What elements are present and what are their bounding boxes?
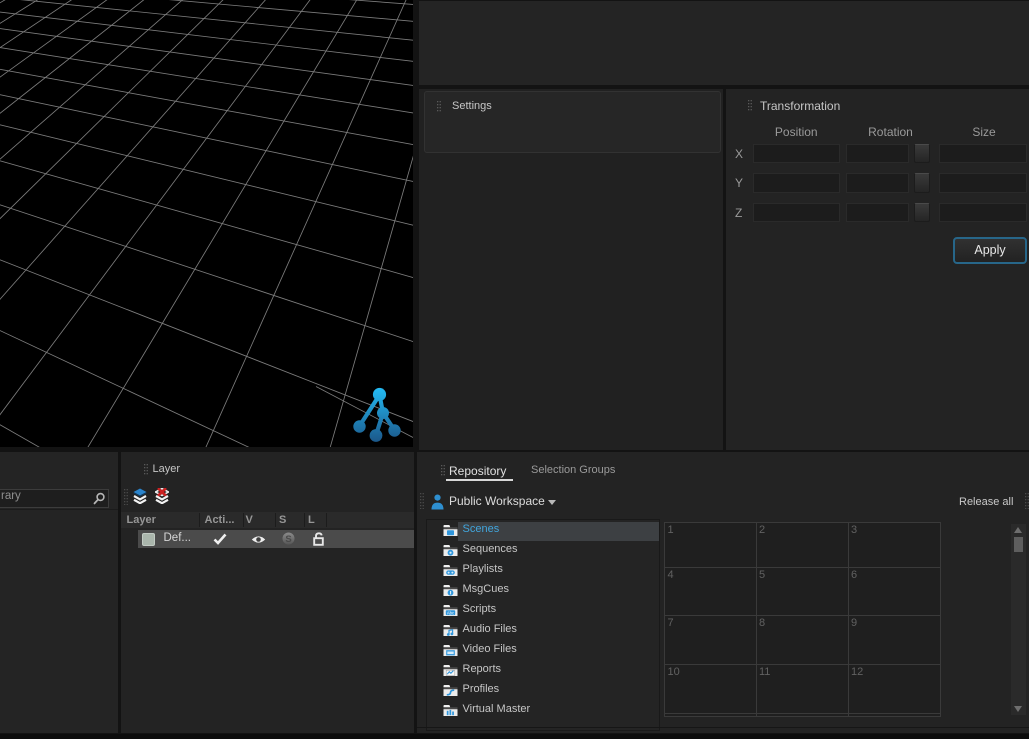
svg-text:S: S xyxy=(285,534,291,545)
svg-text:Abc: Abc xyxy=(446,610,453,615)
